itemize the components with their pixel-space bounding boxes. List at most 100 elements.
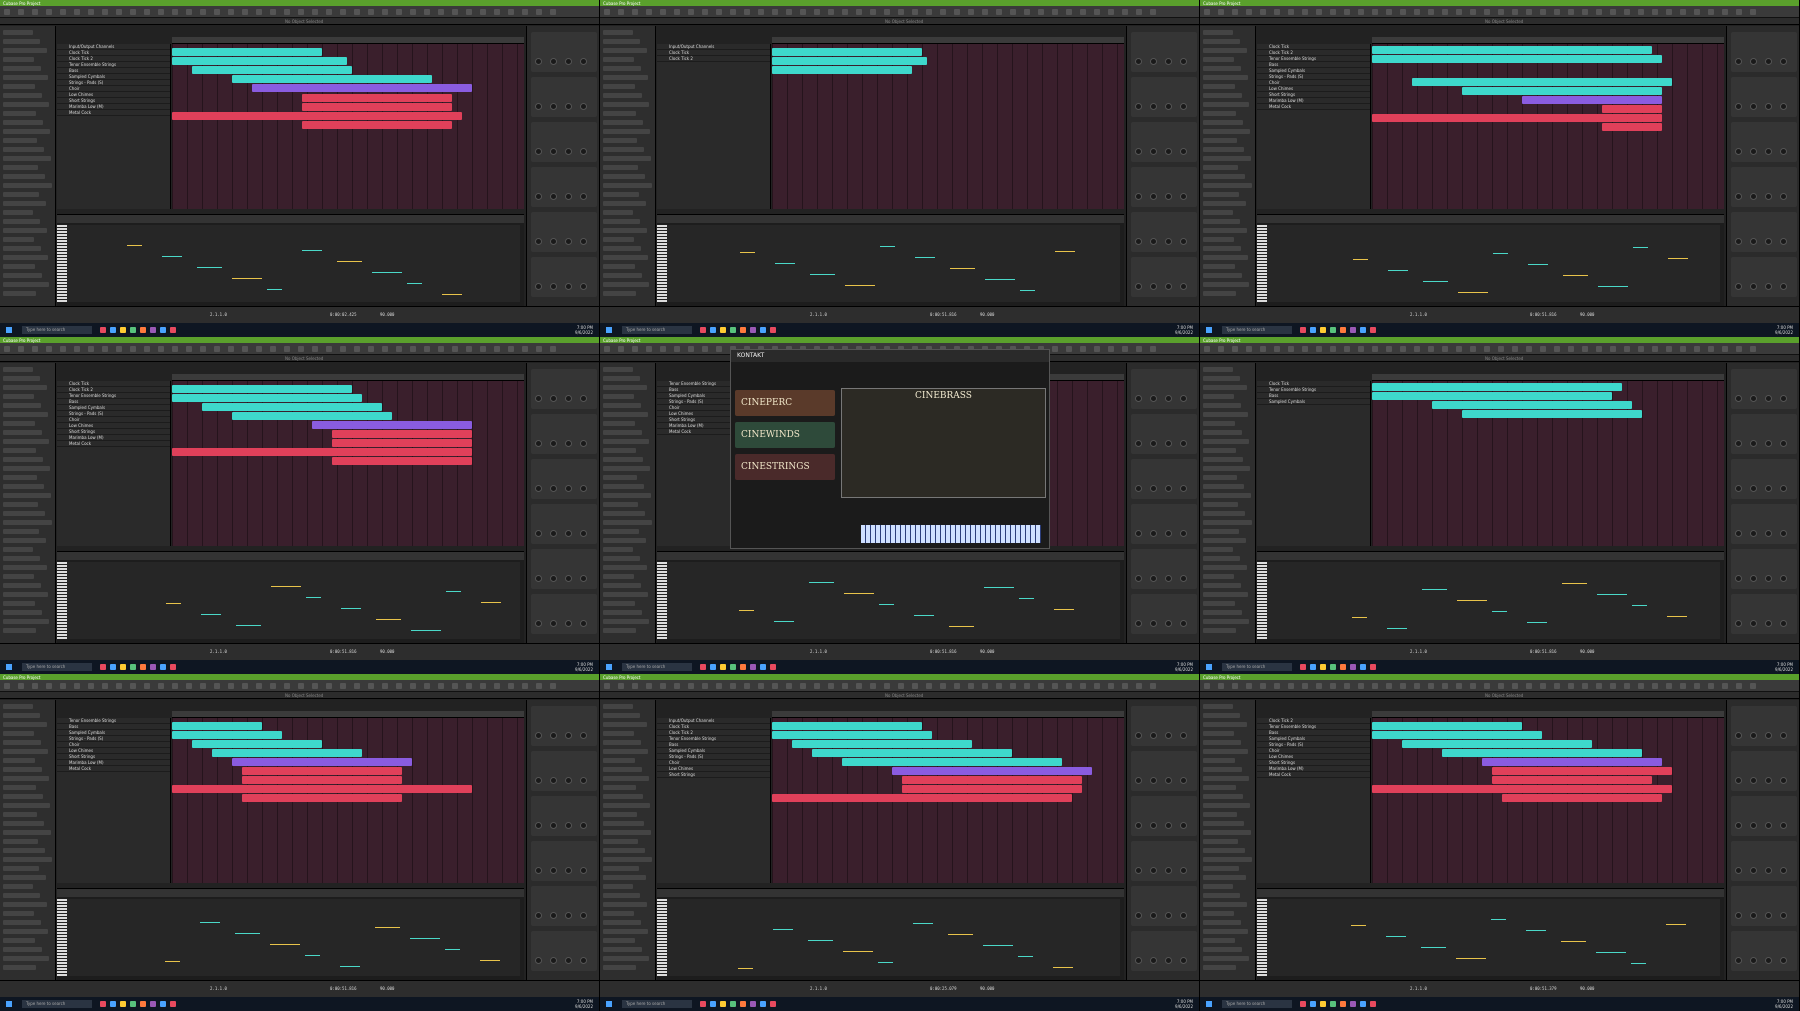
toolbar-button[interactable] [730, 9, 736, 15]
rack-knob[interactable] [535, 148, 542, 155]
taskbar-app-icon[interactable] [700, 1001, 706, 1007]
toolbar-button[interactable] [1456, 683, 1462, 689]
toolbar-button[interactable] [856, 683, 862, 689]
midi-part[interactable] [772, 794, 1072, 802]
toolbar-button[interactable] [618, 683, 624, 689]
rack-instrument-slot[interactable] [531, 841, 597, 881]
inspector-control[interactable] [3, 740, 41, 745]
inspector-control[interactable] [3, 776, 49, 781]
rack-knob[interactable] [580, 193, 587, 200]
rack-knob[interactable] [565, 822, 572, 829]
midi-part[interactable] [332, 430, 472, 438]
rack-knob[interactable] [580, 485, 587, 492]
taskbar-app-icon[interactable] [710, 1001, 716, 1007]
rack-knob[interactable] [1165, 283, 1172, 290]
inspector-control[interactable] [1203, 493, 1251, 498]
inspector-control[interactable] [603, 93, 642, 98]
midi-part[interactable] [302, 121, 452, 129]
midi-note[interactable] [1351, 925, 1366, 926]
rack-knob[interactable] [1165, 777, 1172, 784]
inspector-control[interactable] [603, 367, 633, 372]
inspector-control[interactable] [603, 165, 638, 170]
inspector-control[interactable] [1203, 713, 1240, 718]
inspector-control[interactable] [603, 830, 651, 835]
midi-note[interactable] [809, 582, 834, 583]
rack-instrument-slot[interactable] [1731, 796, 1797, 836]
windows-start-icon[interactable] [6, 1001, 12, 1007]
toolbar-button[interactable] [508, 346, 514, 352]
midi-note[interactable] [1422, 589, 1447, 590]
inspector-control[interactable] [1203, 520, 1252, 525]
inspector-control[interactable] [1203, 767, 1242, 772]
taskbar-app-icon[interactable] [110, 1001, 116, 1007]
toolbar-button[interactable] [1330, 683, 1336, 689]
rack-knob[interactable] [1750, 575, 1757, 582]
rack-instrument-slot[interactable] [1731, 931, 1797, 971]
inspector-control[interactable] [1203, 529, 1239, 534]
rack-instrument-slot[interactable] [1131, 841, 1197, 881]
taskbar-app-icon[interactable] [1340, 327, 1346, 333]
rack-knob[interactable] [1180, 283, 1187, 290]
inspector-control[interactable] [3, 839, 38, 844]
inspector-control[interactable] [603, 174, 645, 179]
taskbar-app-icon[interactable] [1370, 327, 1376, 333]
toolbar-button[interactable] [800, 9, 806, 15]
midi-part[interactable] [172, 385, 352, 393]
toolbar-button[interactable] [1442, 346, 1448, 352]
inspector-control[interactable] [3, 920, 41, 925]
note-grid[interactable] [67, 225, 520, 302]
toolbar-button[interactable] [368, 9, 374, 15]
toolbar-button[interactable] [326, 346, 332, 352]
inspector-control[interactable] [1203, 129, 1250, 134]
inspector-control[interactable] [1203, 776, 1249, 781]
toolbar-button[interactable] [354, 9, 360, 15]
toolbar-button[interactable] [130, 346, 136, 352]
piano-keys[interactable] [57, 562, 67, 639]
midi-part[interactable] [1372, 46, 1652, 54]
rack-instrument-slot[interactable] [1131, 369, 1197, 409]
midi-note[interactable] [1597, 594, 1627, 595]
rack-instrument-slot[interactable] [1731, 122, 1797, 162]
inspector-control[interactable] [1203, 812, 1237, 817]
inspector-control[interactable] [603, 538, 646, 543]
toolbar-button[interactable] [1024, 9, 1030, 15]
toolbar-button[interactable] [1260, 346, 1266, 352]
toolbar-button[interactable] [46, 683, 52, 689]
inspector-control[interactable] [3, 48, 47, 53]
toolbar-button[interactable] [1722, 683, 1728, 689]
toolbar-button[interactable] [1736, 9, 1742, 15]
midi-note[interactable] [1018, 956, 1033, 957]
inspector-control[interactable] [1203, 93, 1242, 98]
taskbar-app-icon[interactable] [740, 327, 746, 333]
arrange-window[interactable] [1372, 718, 1724, 883]
arrange-window[interactable] [772, 718, 1124, 883]
toolbar-button[interactable] [1274, 9, 1280, 15]
rack-knob[interactable] [1135, 912, 1142, 919]
toolbar-button[interactable] [452, 683, 458, 689]
rack-knob[interactable] [1735, 440, 1742, 447]
rack-knob[interactable] [1765, 575, 1772, 582]
rack-instrument-slot[interactable] [1131, 594, 1197, 634]
inspector-control[interactable] [3, 610, 42, 615]
rack-knob[interactable] [550, 867, 557, 874]
toolbar-button[interactable] [1288, 683, 1294, 689]
rack-knob[interactable] [580, 103, 587, 110]
rack-knob[interactable] [1765, 238, 1772, 245]
taskbar-search-input[interactable]: Type here to search [622, 663, 692, 671]
inspector-control[interactable] [603, 866, 639, 871]
rack-knob[interactable] [1735, 777, 1742, 784]
piano-keys[interactable] [1257, 225, 1267, 302]
inspector-control[interactable] [603, 794, 643, 799]
rack-knob[interactable] [1765, 485, 1772, 492]
taskbar-search-input[interactable]: Type here to search [622, 1000, 692, 1008]
toolbar-button[interactable] [1512, 9, 1518, 15]
rack-instrument-slot[interactable] [531, 32, 597, 72]
toolbar-button[interactable] [618, 346, 624, 352]
inspector-control[interactable] [603, 129, 650, 134]
rack-knob[interactable] [550, 620, 557, 627]
note-grid[interactable] [1267, 899, 1720, 976]
inspector-control[interactable] [1203, 66, 1241, 71]
toolbar-button[interactable] [466, 346, 472, 352]
rack-knob[interactable] [1180, 440, 1187, 447]
toolbar-button[interactable] [786, 683, 792, 689]
